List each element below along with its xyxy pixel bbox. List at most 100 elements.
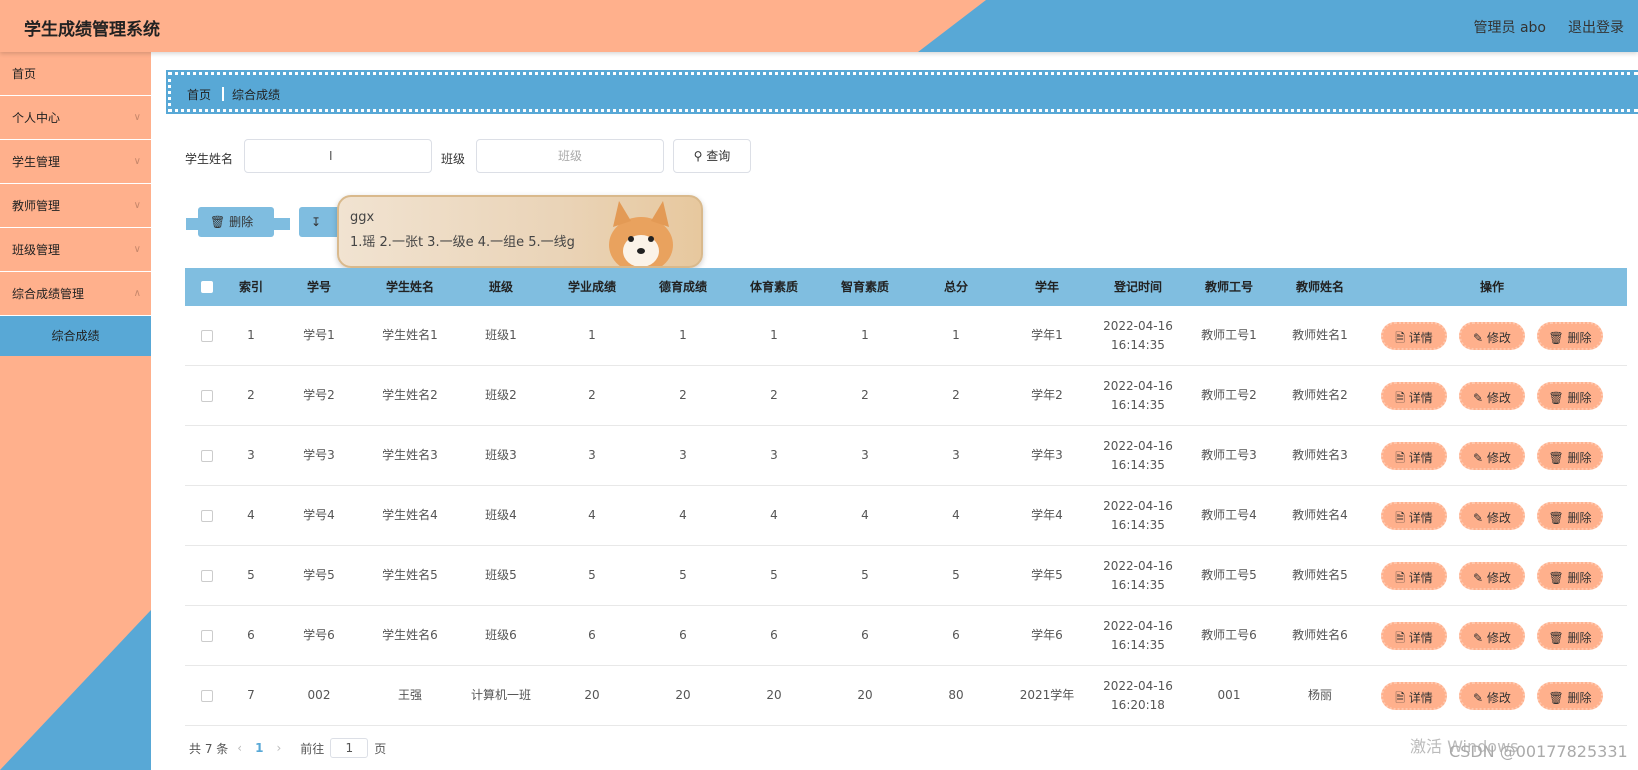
table-header: 索引 学号 学生姓名 班级 学业成绩 德育成绩 体育素质 智育素质 总分 学年 … [185,268,1627,306]
current-user: 管理员 abo [1473,20,1546,36]
batch-delete-button[interactable]: 🗑 删除 [198,207,274,237]
table-cell: 学号5 [303,568,335,582]
detail-button[interactable]: 🗎 详情 [1381,681,1447,710]
goto-page-input[interactable]: 1 [330,738,369,758]
row-checkbox[interactable] [201,629,213,642]
row-checkbox[interactable] [201,509,213,522]
sidebar-item-scores[interactable]: 综合成绩管理 ∧ [0,272,151,316]
sidebar-item-students[interactable]: 学生管理 ∨ [0,140,151,184]
detail-button[interactable]: 🗎 详情 [1381,621,1447,650]
table-cell: 教师姓名5 [1292,568,1348,582]
sidebar-item-home[interactable]: 首页 [0,52,151,96]
text-cursor-icon: I [329,149,333,163]
row-actions: 🗎 详情 ✎ 修改 🗑 删除 [1365,546,1619,605]
sidebar-item-teachers[interactable]: 教师管理 ∨ [0,184,151,228]
table-cell: 学年4 [1031,508,1063,522]
edit-button[interactable]: ✎ 修改 [1459,561,1525,590]
detail-label: 详情 [1408,330,1433,345]
logout-button[interactable]: 退出登录 [1568,17,1624,37]
chevron-down-icon: ∨ [133,112,141,123]
table-cell: 杨丽 [1307,688,1332,702]
delete-label: 删除 [1567,510,1592,525]
sidebar-item-label: 学生管理 [12,155,61,169]
edit-button[interactable]: ✎ 修改 [1459,621,1525,650]
document-icon: 🗎 [1395,330,1409,345]
sidebar-item-classes[interactable]: 班级管理 ∨ [0,228,151,272]
table-cell: 3 [588,448,596,462]
delete-label: 删除 [1567,450,1592,465]
table-cell: 001 [1217,688,1241,702]
edit-label: 修改 [1486,330,1511,345]
table-row: 2 学号2 学生姓名2 班级2 2 2 2 2 2 学年2 2022-04-16 16:14:35 教… [185,366,1627,426]
detail-button[interactable]: 🗎 详情 [1381,441,1447,470]
detail-button[interactable]: 🗎 详情 [1381,501,1447,530]
edit-label: 修改 [1486,390,1511,405]
delete-button[interactable]: 🗑 删除 [1537,381,1603,410]
table-cell: 教师姓名2 [1292,388,1348,402]
pencil-icon: ✎ [1473,330,1487,345]
sidebar-item-profile[interactable]: 个人中心 ∨ [0,96,151,140]
ime-candidates[interactable]: 1.瑶 2.一张t 3.一级e 4.一组e 5.一线g [350,231,575,250]
trash-icon: 🗑 [1548,390,1568,405]
document-icon: 🗎 [1395,390,1409,405]
row-select-cell [185,666,229,725]
detail-button[interactable]: 🗎 详情 [1381,381,1447,410]
class-input[interactable]: 班级 [476,139,664,173]
prev-page-icon[interactable]: ‹ [237,741,242,755]
table-row: 7 002 王强 计算机一班 20 20 20 20 80 2021学年 2022-04-16 16… [185,666,1627,726]
query-button[interactable]: ⚲ 查询 [673,139,751,173]
row-actions: 🗎 详情 ✎ 修改 🗑 删除 [1365,306,1619,365]
row-checkbox[interactable] [201,689,213,702]
shiba-dog-image [609,201,673,266]
edit-button[interactable]: ✎ 修改 [1459,441,1525,470]
row-checkbox[interactable] [201,389,213,402]
row-checkbox[interactable] [201,569,213,582]
table-cell: 教师工号1 [1201,328,1257,342]
detail-button[interactable]: 🗎 详情 [1381,321,1447,350]
pencil-icon: ✎ [1473,510,1487,525]
edit-button[interactable]: ✎ 修改 [1459,321,1525,350]
table-cell: 3 [861,448,869,462]
edit-button[interactable]: ✎ 修改 [1459,381,1525,410]
table-cell: 3 [679,448,687,462]
table-cell: 4 [588,508,596,522]
delete-button[interactable]: 🗑 删除 [1537,561,1603,590]
delete-label: 删除 [1567,390,1592,405]
column-header: 教师工号 [1204,279,1253,294]
pencil-icon: ✎ [1473,690,1487,705]
table-cell: 计算机一班 [470,688,531,702]
row-checkbox[interactable] [201,329,213,342]
row-select-cell [185,306,229,365]
next-page-icon[interactable]: › [276,741,281,755]
row-select-cell [185,366,229,425]
row-checkbox[interactable] [201,449,213,462]
table-cell: 4 [861,508,869,522]
delete-button[interactable]: 🗑 删除 [1537,501,1603,530]
delete-button[interactable]: 🗑 删除 [1537,681,1603,710]
table-cell: 班级6 [485,628,517,642]
delete-button[interactable]: 🗑 删除 [1537,321,1603,350]
sidebar-subitem-composite-scores[interactable]: 综合成绩 [0,316,151,356]
top-header: 学生成绩管理系统 管理员 abo 退出登录 [0,0,1638,52]
breadcrumb-home[interactable]: 首页 [187,86,211,103]
sidebar-item-label: 首页 [12,67,37,81]
row-actions: 🗎 详情 ✎ 修改 🗑 删除 [1365,486,1619,545]
detail-button[interactable]: 🗎 详情 [1381,561,1447,590]
table-cell: 20 [584,688,600,702]
page-number[interactable]: 1 [255,741,263,755]
table-cell: 学年1 [1031,328,1063,342]
student-name-input[interactable]: I [244,139,432,173]
edit-button[interactable]: ✎ 修改 [1459,681,1525,710]
breadcrumb-separator [222,87,224,101]
column-header: 学业成绩 [567,279,616,294]
edit-button[interactable]: ✎ 修改 [1459,501,1525,530]
select-all-checkbox[interactable] [201,281,213,293]
edit-label: 修改 [1486,510,1511,525]
total-count: 共 7 条 [189,741,229,756]
row-select-cell [185,426,229,485]
table-cell: 5 [679,568,687,582]
table-cell: 学生姓名4 [382,508,438,522]
delete-button[interactable]: 🗑 删除 [1537,441,1603,470]
delete-button[interactable]: 🗑 删除 [1537,621,1603,650]
table-cell: 2022-04-16 16:14:35 [1103,318,1173,352]
